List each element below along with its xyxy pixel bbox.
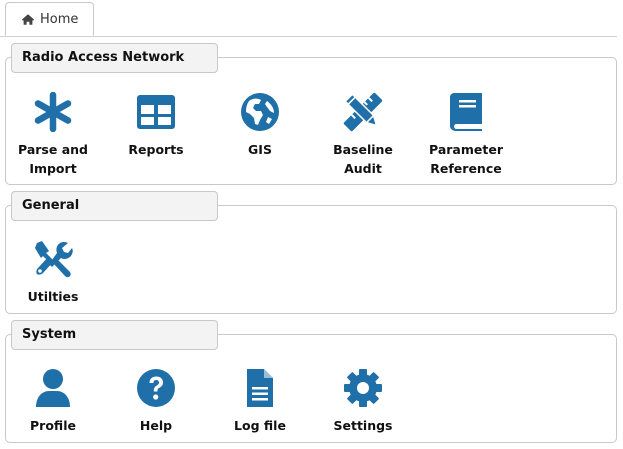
home-icon [21, 13, 35, 25]
cog-icon [344, 369, 382, 407]
tile-profile[interactable]: Profile [5, 368, 101, 435]
tools-icon [35, 241, 73, 278]
file-text-icon [247, 369, 273, 407]
tab-home[interactable]: Home [5, 2, 94, 36]
section-system: Profile Help Log file Settings [5, 334, 617, 443]
user-icon [36, 369, 70, 407]
tab-home-label: Home [40, 11, 79, 27]
tile-reports-label: Reports [128, 142, 184, 157]
section-general: Utilties [5, 205, 617, 314]
tile-parameter-reference-label: Parameter Reference [429, 142, 503, 176]
tile-baseline-audit[interactable]: Baseline Audit [315, 92, 411, 178]
tile-parse-and-import-label: Parse and Import [18, 142, 88, 176]
tab-bar-divider [0, 36, 617, 37]
pencil-ruler-icon [343, 92, 383, 132]
tile-help[interactable]: Help [108, 368, 204, 435]
tile-baseline-audit-label: Baseline Audit [333, 142, 393, 176]
tile-settings-label: Settings [333, 418, 393, 433]
book-icon [450, 93, 482, 131]
tile-log-file-label: Log file [234, 418, 286, 433]
tile-parse-and-import[interactable]: Parse and Import [5, 92, 101, 178]
tile-reports[interactable]: Reports [108, 92, 204, 159]
section-title-general: General [11, 191, 218, 221]
tile-log-file[interactable]: Log file [212, 368, 308, 435]
question-circle-icon [137, 369, 175, 407]
section-title-system: System [11, 320, 218, 350]
table-icon [137, 95, 175, 129]
tab-bar: Home [0, 0, 623, 37]
tile-parameter-reference[interactable]: Parameter Reference [418, 92, 514, 178]
tile-gis[interactable]: GIS [212, 92, 308, 159]
tile-utilities-label: Utilties [27, 289, 79, 304]
tile-profile-label: Profile [30, 418, 76, 433]
section-ran: Parse and Import Reports GIS Baseline Au… [5, 57, 617, 185]
tile-utilities[interactable]: Utilties [5, 239, 101, 306]
tile-help-label: Help [139, 418, 173, 433]
section-title-ran: Radio Access Network [11, 43, 218, 73]
tile-settings[interactable]: Settings [315, 368, 411, 435]
globe-icon [241, 93, 279, 131]
tile-gis-label: GIS [248, 142, 272, 157]
asterisk-icon [34, 92, 72, 132]
